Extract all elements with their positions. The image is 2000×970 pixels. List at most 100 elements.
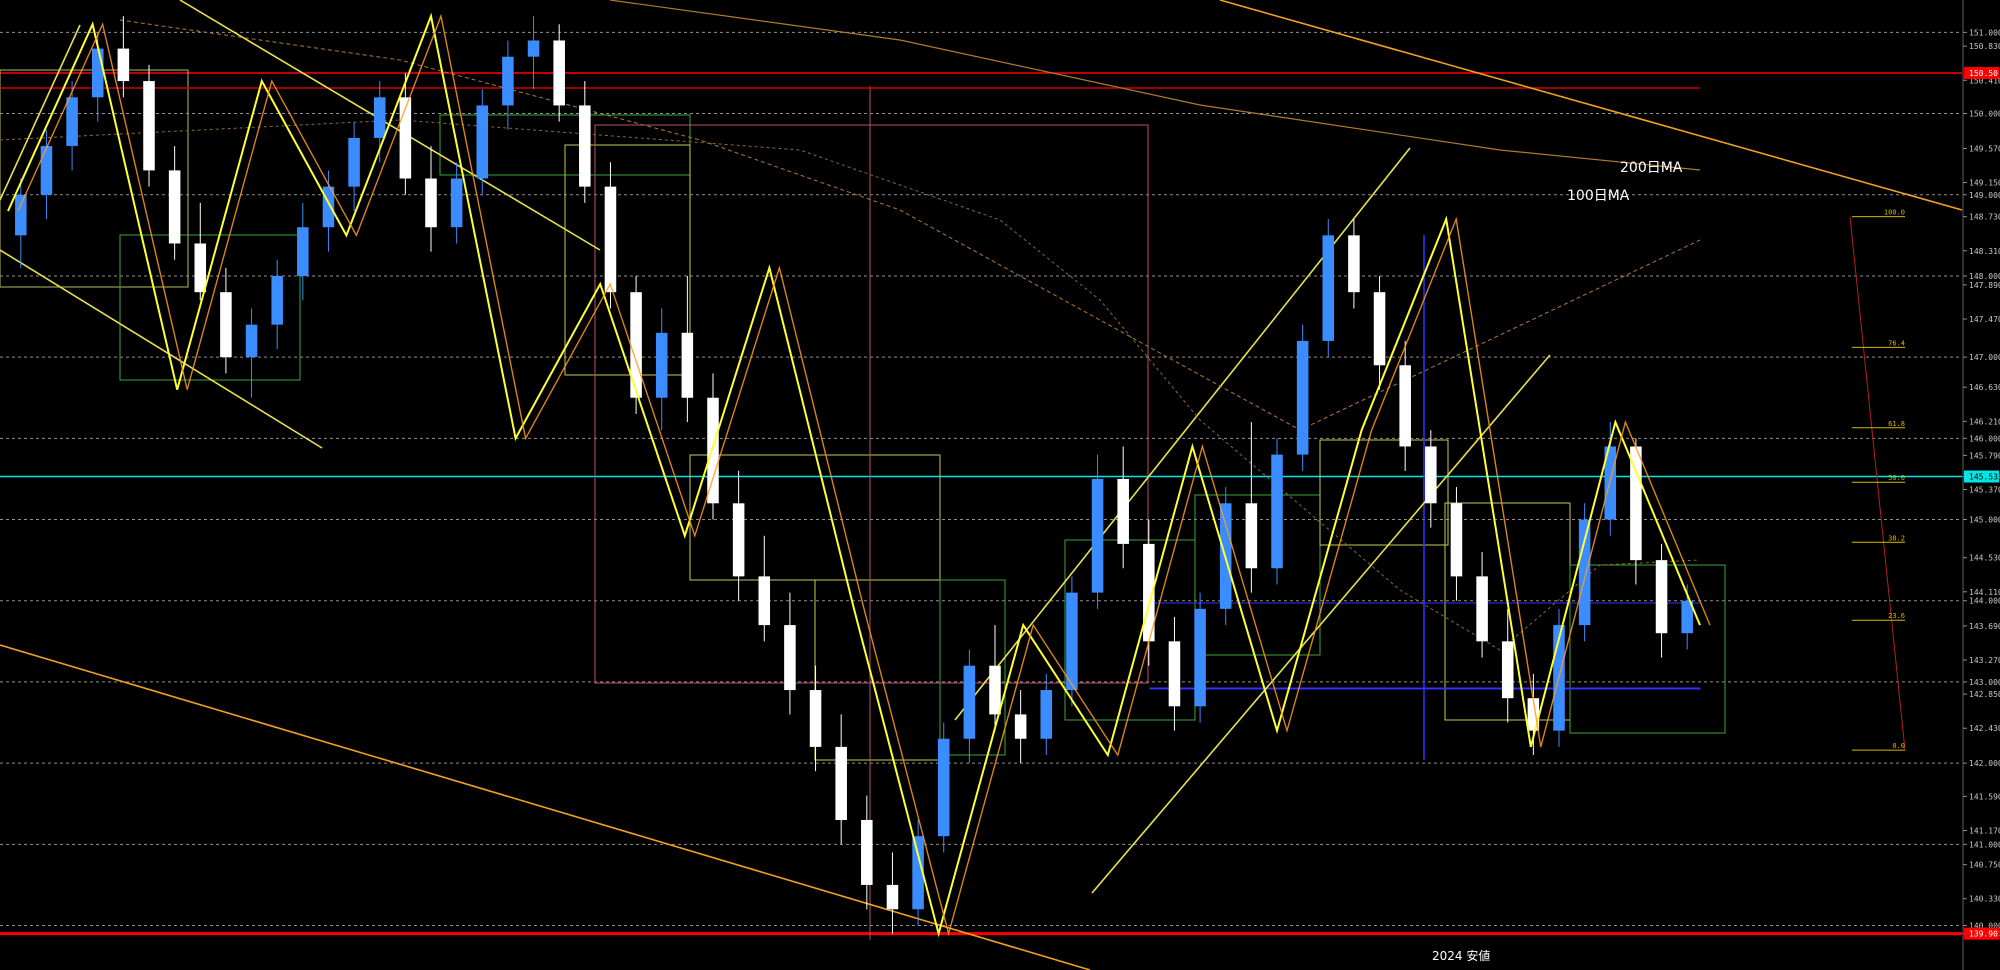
axis-tick-label: 144.530 bbox=[1969, 554, 2000, 563]
axis-tick-label: 148.310 bbox=[1969, 247, 2000, 256]
candle-body bbox=[1322, 235, 1335, 341]
candle-body bbox=[1296, 340, 1309, 455]
candle-body bbox=[1348, 235, 1360, 293]
candle-body bbox=[604, 186, 617, 293]
trend-line bbox=[954, 147, 1411, 721]
axis-tick-label: 143.000 bbox=[1969, 678, 2000, 687]
trend-lines bbox=[0, 0, 1963, 970]
axis-tick-label: 145.370 bbox=[1969, 485, 2000, 494]
axis-tick-label: 149.570 bbox=[1969, 144, 2000, 153]
candle-body bbox=[1578, 519, 1591, 626]
candle-body bbox=[1373, 292, 1386, 366]
candle-body bbox=[1194, 608, 1206, 707]
candle-body bbox=[1040, 690, 1053, 739]
axis-tick-label: 146.630 bbox=[1969, 383, 2000, 392]
axis-tick-label: 142.430 bbox=[1969, 724, 2000, 733]
fib-label: 61.8 bbox=[1888, 420, 1905, 428]
candle-body bbox=[1501, 641, 1514, 699]
axis-tick-label: 141.170 bbox=[1969, 827, 2000, 836]
axis-highlight-label: 150.50 bbox=[1969, 69, 1998, 78]
range-boxes bbox=[0, 69, 1726, 940]
candle-body bbox=[91, 48, 104, 98]
zigzag-yellow bbox=[7, 12, 1701, 938]
candle-body bbox=[40, 146, 53, 195]
fib-label: 76.4 bbox=[1888, 339, 1905, 347]
candle-body bbox=[502, 56, 514, 106]
axis-tick-label: 149.000 bbox=[1969, 191, 2000, 200]
fib-label: 50.0 bbox=[1888, 474, 1905, 482]
range-box bbox=[0, 69, 189, 288]
price-axis: 151.000150.830150.410150.000149.570149.1… bbox=[1962, 0, 2000, 970]
axis-tick-label: 146.210 bbox=[1969, 417, 2000, 426]
trend-line bbox=[0, 644, 1091, 970]
zigzag-orange bbox=[17, 13, 1711, 937]
candle-body bbox=[1450, 503, 1463, 577]
candle-body bbox=[707, 397, 719, 504]
candle-body bbox=[373, 97, 386, 138]
candle-body bbox=[168, 170, 181, 244]
axis-tick-label: 143.690 bbox=[1969, 622, 2000, 631]
trend-line bbox=[1219, 0, 1963, 211]
candle-body bbox=[1245, 503, 1258, 569]
axis-tick-label: 149.150 bbox=[1969, 179, 2000, 188]
candle-body bbox=[579, 105, 591, 187]
candle-body bbox=[1117, 478, 1129, 544]
axis-highlight-label: 139.90 bbox=[1969, 930, 1998, 939]
candle-body bbox=[681, 332, 694, 398]
candle-body bbox=[297, 227, 309, 276]
axis-tick-label: 147.890 bbox=[1969, 281, 2000, 290]
candle-body bbox=[835, 746, 847, 820]
axis-tick-label: 145.000 bbox=[1969, 516, 2000, 525]
ma200-label: 200日MA bbox=[1620, 160, 1683, 176]
zigzag-lines bbox=[7, 12, 1711, 938]
axis-tick-label: 150.000 bbox=[1969, 110, 2000, 119]
fib-label: 23.6 bbox=[1888, 612, 1905, 620]
fibonacci-retracement: 100.0 76.4 61.8 50.0 38.2 23.6 0.0 bbox=[1849, 209, 1906, 751]
candle-body bbox=[989, 665, 1001, 715]
ma100-line bbox=[119, 19, 1701, 431]
candle-body bbox=[937, 738, 950, 837]
candle-body bbox=[194, 243, 207, 293]
axis-tick-label: 142.850 bbox=[1969, 690, 2000, 699]
fib-label: 100.0 bbox=[1884, 209, 1905, 217]
candle-body bbox=[527, 40, 540, 57]
fib-label: 38.2 bbox=[1888, 534, 1905, 542]
period-low-label: 2024 安値 bbox=[1432, 949, 1491, 963]
candles bbox=[15, 16, 1693, 934]
candle-body bbox=[425, 178, 437, 228]
candle-body bbox=[1476, 576, 1488, 642]
candle-body bbox=[348, 137, 360, 187]
candle-body bbox=[886, 884, 899, 910]
candle-body bbox=[117, 48, 130, 82]
candle-body bbox=[1655, 560, 1668, 634]
axis-tick-label: 143.270 bbox=[1969, 656, 2000, 665]
chart-stage: 100.0 76.4 61.8 50.0 38.2 23.6 0.0 151.000 150.… bbox=[0, 0, 2000, 970]
candle-body bbox=[1091, 478, 1104, 593]
axis-tick-label: 141.000 bbox=[1969, 840, 2000, 849]
range-box bbox=[1569, 564, 1726, 734]
axis-tick-label: 144.000 bbox=[1969, 597, 2000, 606]
candle-body bbox=[963, 665, 976, 739]
candle-body bbox=[784, 625, 796, 691]
price-chart[interactable]: 100.0 76.4 61.8 50.0 38.2 23.6 0.0 151.000 150.… bbox=[0, 0, 2000, 970]
candle-body bbox=[553, 40, 565, 106]
axis-tick-label: 148.730 bbox=[1969, 213, 2000, 222]
axis-tick-label: 141.590 bbox=[1969, 792, 2000, 801]
candle-body bbox=[450, 178, 463, 228]
axis-tick-label: 147.470 bbox=[1969, 315, 2000, 324]
candle-body bbox=[1168, 641, 1181, 707]
candle-body bbox=[245, 324, 258, 358]
fib-label: 0.0 bbox=[1892, 742, 1905, 750]
candle-body bbox=[1425, 446, 1437, 504]
axis-highlight-label: 145.533 bbox=[1969, 473, 2000, 482]
candle-body bbox=[220, 292, 232, 358]
axis-tick-label: 145.790 bbox=[1969, 451, 2000, 460]
axis-tick-label: 150.830 bbox=[1969, 42, 2000, 51]
candle-body bbox=[66, 97, 78, 147]
range-box bbox=[1149, 687, 1701, 690]
axis-tick-label: 151.000 bbox=[1969, 28, 2000, 37]
fib-diagonal bbox=[1849, 216, 1906, 751]
axis-tick-label: 148.000 bbox=[1969, 272, 2000, 281]
candle-body bbox=[655, 332, 668, 398]
axis-tick-label: 140.330 bbox=[1969, 895, 2000, 904]
